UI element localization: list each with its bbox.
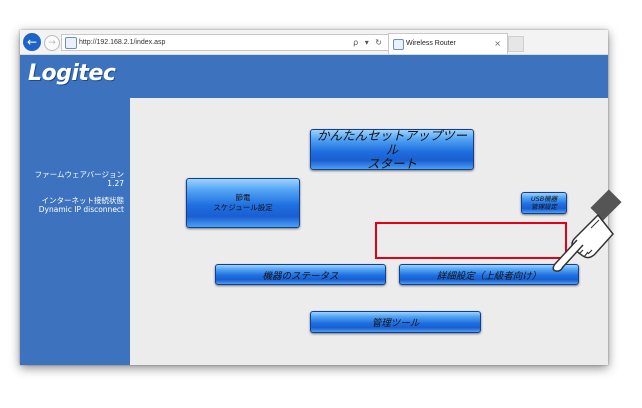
easy-setup-label-line2: スタート <box>366 155 417 171</box>
easy-setup-label-line1: かんたんセットアップツール <box>316 127 467 157</box>
address-bar[interactable]: http://192.168.2.1/index.asp ρ ▾ ↻ <box>61 34 389 51</box>
power-saving-label-line1: 節電 <box>235 193 251 202</box>
tab-title: Wireless Router <box>406 40 456 47</box>
sidebar: ファームウェアバージョン 1.27 インターネット接続状態 Dynamic IP… <box>20 98 130 365</box>
easy-setup-button[interactable]: かんたんセットアップツール スタート <box>310 127 474 171</box>
logitec-logo: Logitec <box>28 61 116 86</box>
page-icon <box>65 37 77 49</box>
url-text[interactable]: http://192.168.2.1/index.asp <box>79 36 165 49</box>
admin-tools-label: 管理ツール <box>371 318 420 329</box>
search-refresh-icons[interactable]: ρ ▾ ↻ <box>353 36 384 49</box>
browser-window: ← → http://192.168.2.1/index.asp ρ ▾ ↻ W… <box>20 30 608 365</box>
new-tab-button[interactable] <box>508 36 524 52</box>
firmware-version: 1.27 <box>107 179 124 188</box>
back-arrow-icon[interactable]: ← <box>23 33 41 51</box>
browser-toolbar: ← → http://192.168.2.1/index.asp ρ ▾ ↻ W… <box>20 30 608 55</box>
device-status-button[interactable]: 機器のステータス <box>215 264 386 285</box>
tab-wireless-router[interactable]: Wireless Router × <box>388 33 508 54</box>
page-header: Logitec <box>20 55 608 98</box>
admin-tools-button[interactable]: 管理ツール <box>310 311 481 333</box>
connection-status: Dynamic IP disconnect <box>38 205 124 214</box>
firmware-label: ファームウェアバージョン <box>34 170 124 179</box>
close-icon[interactable]: × <box>494 37 501 50</box>
connection-label: インターネット接続状態 <box>41 196 125 205</box>
power-saving-label-line2: スケジュール設定 <box>213 203 273 212</box>
device-status-label: 機器のステータス <box>262 270 339 282</box>
tab-favicon-icon <box>393 39 404 50</box>
forward-arrow-icon[interactable]: → <box>44 35 60 51</box>
pointing-hand-icon <box>552 189 622 272</box>
power-saving-schedule-button[interactable]: 節電 スケジュール設定 <box>186 178 300 228</box>
